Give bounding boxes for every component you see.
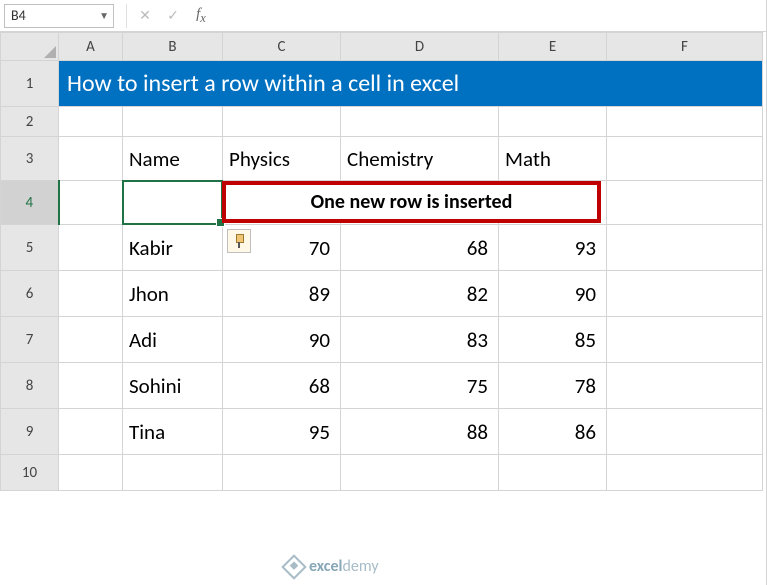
header-math[interactable]: Math: [499, 137, 607, 181]
name-box[interactable]: B4 ▼: [4, 4, 114, 28]
data-name[interactable]: Tina: [123, 409, 223, 455]
cell[interactable]: [607, 271, 763, 317]
select-all-corner[interactable]: [1, 33, 59, 61]
cell[interactable]: [607, 455, 763, 491]
data-chemistry[interactable]: 75: [341, 363, 499, 409]
cell[interactable]: [123, 455, 223, 491]
row-head-3[interactable]: 3: [1, 137, 59, 181]
cell-B4-active[interactable]: [123, 181, 223, 225]
data-name[interactable]: Adi: [123, 317, 223, 363]
cell[interactable]: [607, 107, 763, 137]
watermark-suffix: demy: [342, 557, 378, 576]
cell[interactable]: [59, 137, 123, 181]
header-name[interactable]: Name: [123, 137, 223, 181]
data-chemistry[interactable]: 82: [341, 271, 499, 317]
cancel-formula-button: ✕: [131, 4, 159, 28]
header-physics[interactable]: Physics: [223, 137, 341, 181]
col-head-B[interactable]: B: [123, 33, 223, 61]
cell[interactable]: [223, 107, 341, 137]
row-head-2[interactable]: 2: [1, 107, 59, 137]
cell[interactable]: [499, 107, 607, 137]
cell[interactable]: [59, 363, 123, 409]
data-math[interactable]: 78: [499, 363, 607, 409]
cell[interactable]: [499, 455, 607, 491]
cell[interactable]: [59, 271, 123, 317]
insert-options-button[interactable]: [227, 229, 251, 253]
cell[interactable]: [59, 225, 123, 271]
cell[interactable]: [59, 181, 123, 225]
callout-text: One new row is inserted: [311, 190, 513, 214]
data-math[interactable]: 85: [499, 317, 607, 363]
name-box-value: B4: [5, 7, 26, 24]
data-chemistry[interactable]: 68: [341, 225, 499, 271]
cell[interactable]: [59, 409, 123, 455]
col-head-D[interactable]: D: [341, 33, 499, 61]
title-cell[interactable]: How to insert a row within a cell in exc…: [59, 61, 763, 107]
cell[interactable]: [59, 317, 123, 363]
row-head-8[interactable]: 8: [1, 363, 59, 409]
cell[interactable]: [223, 455, 341, 491]
cell[interactable]: [607, 181, 763, 225]
data-physics[interactable]: 90: [223, 317, 341, 363]
logo-icon: [281, 554, 306, 579]
row-head-5[interactable]: 5: [1, 225, 59, 271]
formula-bar: B4 ▼ ✕ ✓ fx: [0, 0, 767, 32]
row-head-1[interactable]: 1: [1, 61, 59, 107]
enter-formula-button: ✓: [159, 4, 187, 28]
spreadsheet-grid[interactable]: A B C D E F 1 How to insert a row within…: [0, 32, 767, 491]
col-head-A[interactable]: A: [59, 33, 123, 61]
cell[interactable]: [607, 317, 763, 363]
row-head-9[interactable]: 9: [1, 409, 59, 455]
data-physics[interactable]: 68: [223, 363, 341, 409]
row-head-6[interactable]: 6: [1, 271, 59, 317]
data-physics[interactable]: 95: [223, 409, 341, 455]
cell[interactable]: [341, 107, 499, 137]
cell[interactable]: [607, 363, 763, 409]
annotation-callout: One new row is inserted: [222, 181, 601, 223]
col-head-F[interactable]: F: [607, 33, 763, 61]
col-head-E[interactable]: E: [499, 33, 607, 61]
fx-icon: fx: [196, 6, 206, 26]
data-chemistry[interactable]: 88: [341, 409, 499, 455]
data-name[interactable]: Jhon: [123, 271, 223, 317]
cell[interactable]: [607, 225, 763, 271]
cell[interactable]: [341, 455, 499, 491]
cell[interactable]: [59, 107, 123, 137]
watermark-brand: excel: [309, 557, 342, 576]
row-head-7[interactable]: 7: [1, 317, 59, 363]
cell[interactable]: [59, 455, 123, 491]
row-head-4[interactable]: 4: [1, 181, 59, 225]
fx-button[interactable]: fx: [187, 4, 215, 28]
row-head-10[interactable]: 10: [1, 455, 59, 491]
col-head-C[interactable]: C: [223, 33, 341, 61]
data-physics[interactable]: 89: [223, 271, 341, 317]
chevron-down-icon[interactable]: ▼: [99, 9, 109, 22]
data-math[interactable]: 86: [499, 409, 607, 455]
data-math[interactable]: 93: [499, 225, 607, 271]
formula-input[interactable]: [215, 4, 767, 28]
data-name[interactable]: Sohini: [123, 363, 223, 409]
paintbrush-icon: [232, 234, 246, 248]
data-math[interactable]: 90: [499, 271, 607, 317]
header-chemistry[interactable]: Chemistry: [341, 137, 499, 181]
cell[interactable]: [123, 107, 223, 137]
cell[interactable]: [607, 137, 763, 181]
data-chemistry[interactable]: 83: [341, 317, 499, 363]
watermark: exceldemy: [285, 557, 379, 576]
separator: [126, 4, 127, 28]
cell[interactable]: [607, 409, 763, 455]
data-name[interactable]: Kabir: [123, 225, 223, 271]
